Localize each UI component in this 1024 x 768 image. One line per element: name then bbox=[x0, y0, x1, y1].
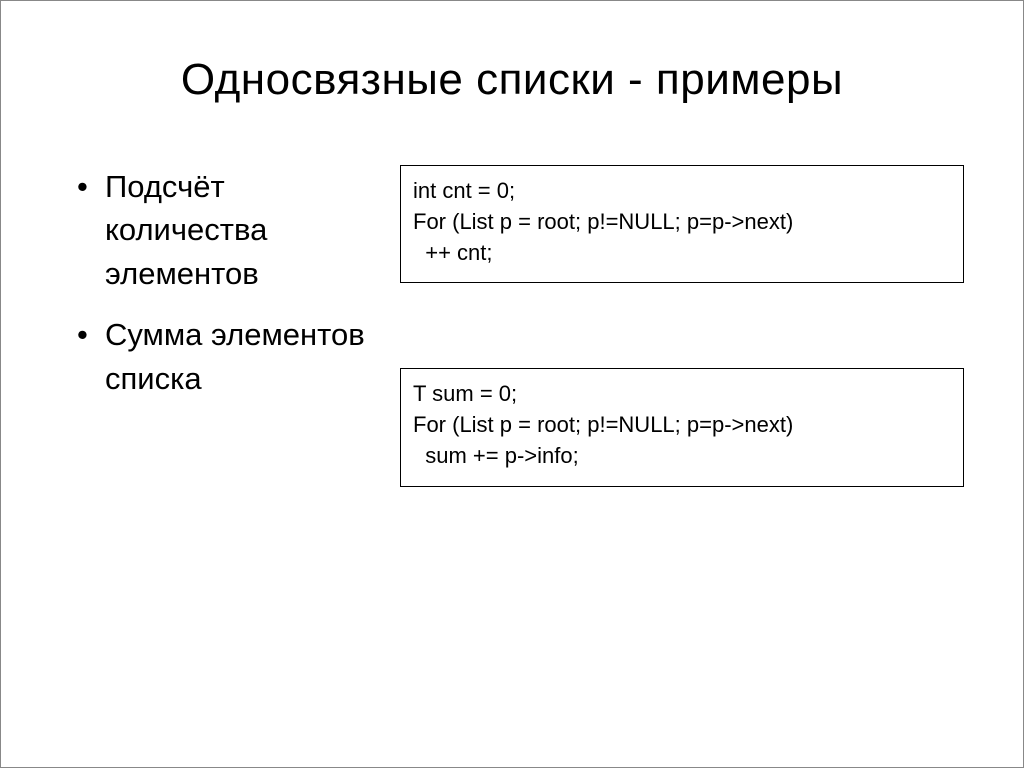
bullet-item: Сумма элементов списка bbox=[75, 313, 380, 400]
bullet-list: Подсчёт количества элементов Сумма элеме… bbox=[75, 165, 380, 400]
bullet-item: Подсчёт количества элементов bbox=[75, 165, 380, 295]
left-column: Подсчёт количества элементов Сумма элеме… bbox=[60, 165, 380, 418]
